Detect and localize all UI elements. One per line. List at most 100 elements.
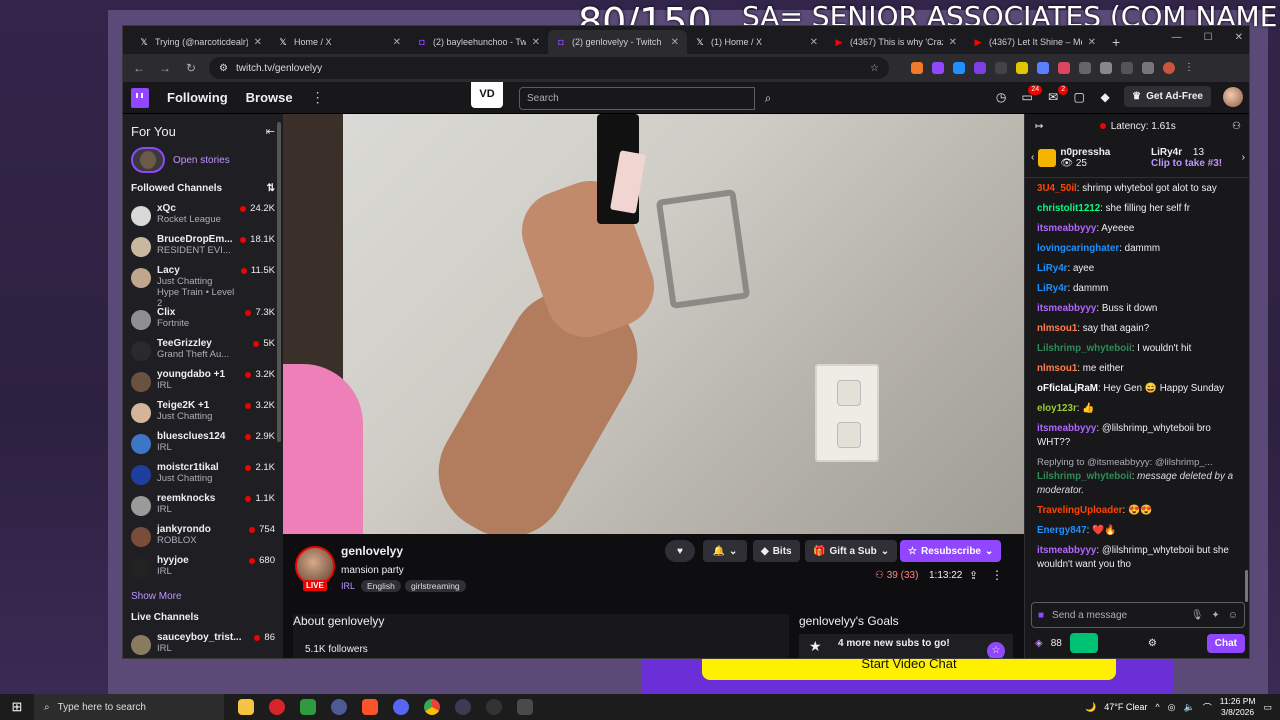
- profile-icon[interactable]: [1163, 62, 1175, 74]
- browser-tab[interactable]: ◘ (2) bayleehunchoo - Twitc ✕: [409, 30, 548, 54]
- gift-sub-button[interactable]: 🎁 Gift a Sub ⌄: [805, 540, 898, 562]
- extension-icon[interactable]: [995, 62, 1007, 74]
- chat-username[interactable]: nlmsou1: [1037, 323, 1077, 334]
- notifications-icon[interactable]: ▭ 24: [1020, 84, 1043, 104]
- user-avatar[interactable]: [1223, 86, 1243, 107]
- video-player[interactable]: [283, 114, 1024, 534]
- opera-icon[interactable]: [269, 699, 285, 715]
- extension-icon[interactable]: [911, 62, 923, 74]
- vd-button[interactable]: VD: [471, 82, 503, 108]
- bookmark-star-icon[interactable]: ☆: [870, 63, 879, 74]
- brave-icon[interactable]: [362, 699, 378, 715]
- get-ad-free-button[interactable]: ♛ Get Ad-Free: [1124, 86, 1211, 107]
- emoji-icon[interactable]: ☺: [1228, 610, 1238, 621]
- site-info-icon[interactable]: ⚙: [219, 63, 228, 74]
- windows-start-icon[interactable]: ⊞: [0, 699, 34, 715]
- chat-username[interactable]: Lilshrimp_whyteboii: [1037, 471, 1132, 482]
- puzzle-icon[interactable]: [1100, 62, 1112, 74]
- chat-username[interactable]: itsmeabbyyy: [1037, 545, 1096, 556]
- chat-username[interactable]: 3U4_50il: [1037, 183, 1077, 194]
- sidebar-channel[interactable]: Clix Fortnite 7.3K: [123, 304, 283, 335]
- chat-username[interactable]: lovingcaringhater: [1037, 243, 1119, 254]
- chat-username[interactable]: itsmeabbyyy: [1037, 423, 1096, 434]
- network-icon[interactable]: ◎: [1168, 702, 1176, 713]
- goal-add-icon[interactable]: ☆: [987, 642, 1005, 658]
- chat-username[interactable]: itsmeabbyyy: [1037, 223, 1096, 234]
- wifi-icon[interactable]: ⌒: [1203, 701, 1212, 714]
- sort-icon[interactable]: ⇅: [267, 183, 275, 194]
- tab-close-icon[interactable]: ✕: [532, 37, 540, 48]
- chat-username[interactable]: Energy847: [1037, 525, 1087, 536]
- new-tab-button[interactable]: +: [1104, 34, 1128, 54]
- bits-icon[interactable]: ◆: [1098, 90, 1112, 104]
- tab-close-icon[interactable]: ✕: [810, 37, 818, 48]
- maximize-icon[interactable]: ☐: [1204, 32, 1213, 43]
- chrome-icon[interactable]: [424, 699, 440, 715]
- discord-icon[interactable]: [393, 699, 409, 715]
- reply-context[interactable]: Replying to @itsmeabbyyy: @lilshrimp_...: [1037, 456, 1241, 470]
- nav-browse[interactable]: Browse: [246, 90, 293, 105]
- calculator-icon[interactable]: [517, 699, 533, 715]
- extension-icon[interactable]: [953, 62, 965, 74]
- forward-icon[interactable]: →: [157, 61, 173, 75]
- tab-close-icon[interactable]: ✕: [393, 37, 401, 48]
- browser-tab[interactable]: 𝕏 (1) Home / X ✕: [687, 30, 826, 54]
- streamer-name[interactable]: genlovelyy: [341, 544, 403, 558]
- tab-close-icon[interactable]: ✕: [671, 37, 679, 48]
- tag-english[interactable]: English: [361, 580, 401, 592]
- whispers-icon[interactable]: ▢: [1072, 90, 1086, 104]
- nav-following[interactable]: Following: [167, 90, 228, 105]
- sidebar-channel[interactable]: sauceyboy_trist... IRL 86: [123, 629, 283, 658]
- settings-icon[interactable]: ⚙: [1148, 638, 1157, 649]
- chat-username[interactable]: oFficIaLjRaM: [1037, 383, 1098, 394]
- chat-badge-icon[interactable]: ■: [1038, 610, 1044, 621]
- chat-username[interactable]: TravelingUploader: [1037, 505, 1122, 516]
- sidebar-channel[interactable]: jankyrondo ROBLOX 754: [123, 521, 283, 552]
- extension-icon[interactable]: [1037, 62, 1049, 74]
- open-stories-link[interactable]: Open stories: [173, 155, 230, 166]
- tab-close-icon[interactable]: ✕: [254, 37, 262, 48]
- chat-username[interactable]: eloy123r: [1037, 403, 1077, 414]
- sidebar-channel[interactable]: bluesclues124 IRL 2.9K: [123, 428, 283, 459]
- volume-icon[interactable]: 🔈: [1183, 702, 1194, 713]
- chevron-right-icon[interactable]: ›: [1242, 152, 1245, 163]
- chevron-left-icon[interactable]: ‹: [1031, 152, 1034, 163]
- start-video-chat-button[interactable]: Start Video Chat: [702, 656, 1116, 680]
- weather-text[interactable]: 47°F Clear: [1104, 702, 1147, 712]
- bits-button[interactable]: ◆ Bits: [753, 540, 800, 562]
- obs-icon[interactable]: [486, 699, 502, 715]
- menu-icon[interactable]: ⋮: [1184, 62, 1194, 74]
- taskbar-search[interactable]: ⌕ Type here to search: [34, 694, 224, 720]
- stream-category[interactable]: IRL: [341, 581, 355, 591]
- stories-row[interactable]: Open stories: [123, 143, 283, 177]
- tag-girlstreaming[interactable]: girlstreaming: [405, 580, 466, 592]
- chat-username[interactable]: itsmeabbyyy: [1037, 303, 1096, 314]
- chat-username[interactable]: christolit1212: [1037, 203, 1100, 214]
- url-input[interactable]: ⚙ twitch.tv/genlovelyy ☆: [209, 57, 889, 79]
- story-avatar[interactable]: [131, 147, 165, 173]
- tab-close-icon[interactable]: ✕: [1088, 37, 1096, 48]
- chat-username[interactable]: nlmsou1: [1037, 363, 1077, 374]
- extension-icon[interactable]: [1016, 62, 1028, 74]
- app-icon[interactable]: [331, 699, 347, 715]
- close-window-icon[interactable]: ✕: [1235, 32, 1243, 43]
- share-icon[interactable]: ⇪: [969, 569, 978, 582]
- sidebar-channel[interactable]: TeeGrizzley Grand Theft Au... 5K: [123, 335, 283, 366]
- more-icon[interactable]: ⋮: [311, 89, 325, 106]
- chat-username[interactable]: LiRy4r: [1037, 283, 1068, 294]
- sidebar-channel[interactable]: moistcr1tikal Just Chatting 2.1K: [123, 459, 283, 490]
- channel-points-icon[interactable]: ◈: [1035, 638, 1043, 649]
- browser-tab[interactable]: 𝕏 Trying (@narcoticdealr) | T ✕: [131, 30, 270, 54]
- chat-input[interactable]: ■ Send a message 🎙 ✦ ☺: [1031, 602, 1245, 628]
- sidebar-channel[interactable]: hyyjoe IRL 680: [123, 552, 283, 583]
- more-options-icon[interactable]: ⋮: [991, 568, 1003, 582]
- extension-icon[interactable]: [1079, 62, 1091, 74]
- sidebar-channel[interactable]: BruceDropEm... RESIDENT EVI... 18.1K: [123, 231, 283, 262]
- chat-send-button[interactable]: Chat: [1206, 633, 1245, 653]
- browser-tab[interactable]: ▶ (4367) This is why 'Crazy ✕: [826, 30, 965, 54]
- file-explorer-icon[interactable]: [238, 699, 254, 715]
- browser-tab[interactable]: ◘ (2) genlovelyy - Twitch ✕: [548, 30, 687, 54]
- extension-icon[interactable]: [932, 62, 944, 74]
- extension-icon[interactable]: [974, 62, 986, 74]
- chat-scrollbar[interactable]: [1245, 570, 1248, 602]
